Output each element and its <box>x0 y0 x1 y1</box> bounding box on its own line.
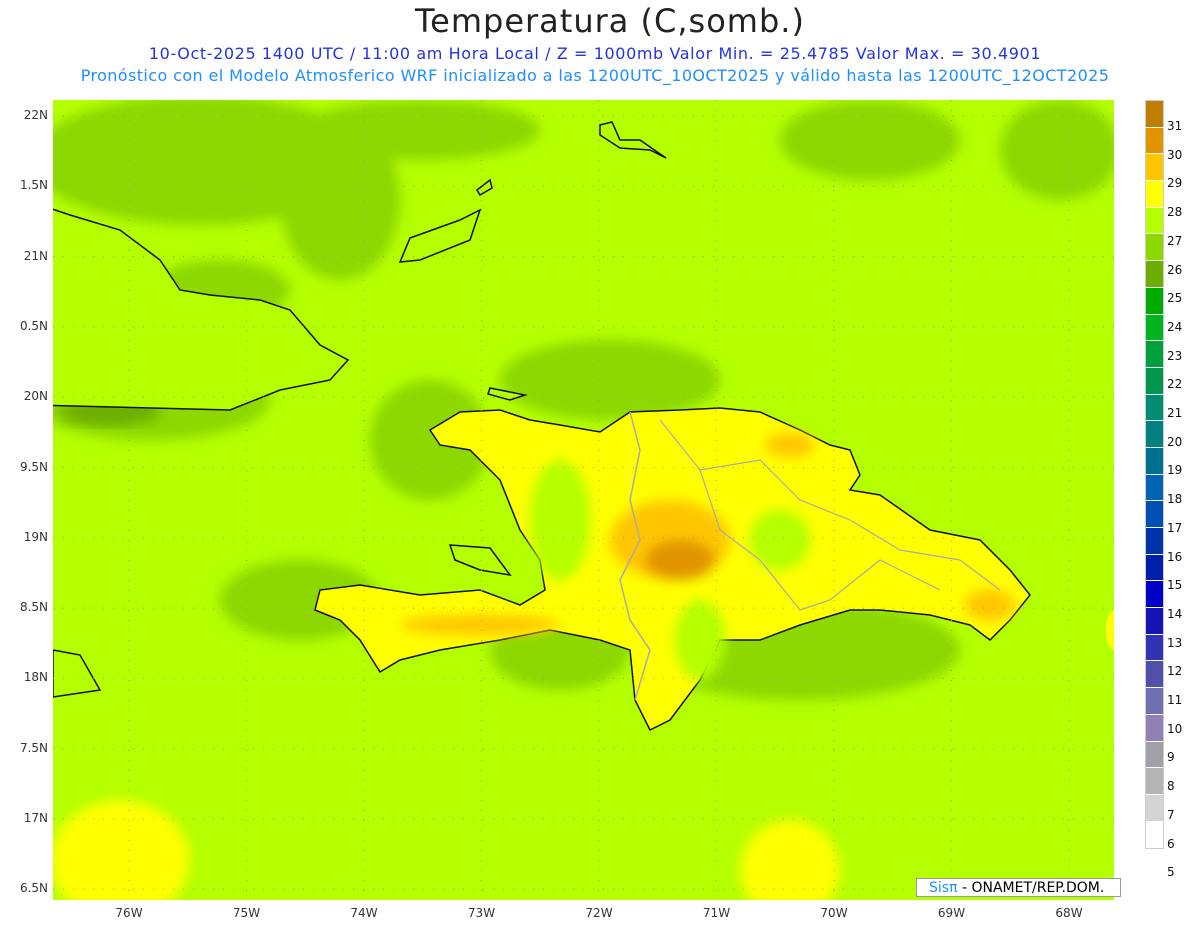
colorbar-label: 23 <box>1167 348 1183 363</box>
credit-text: - ONAMET/REP.DOM. <box>957 880 1105 896</box>
colorbar-swatch <box>1146 794 1163 822</box>
colorbar-label: 11 <box>1167 693 1183 707</box>
model-info-line: Pronóstico con el Modelo Atmosferico WRF… <box>80 66 1110 85</box>
lon-label: 68W <box>1055 906 1083 920</box>
colorbar-label: 5 <box>1167 865 1175 880</box>
lat-label: 20N <box>23 389 48 404</box>
lon-label: 69W <box>937 906 966 920</box>
colorbar-swatch <box>1146 528 1163 555</box>
lat-label: 0.5N <box>19 318 48 333</box>
colorbar-swatch <box>1146 474 1163 502</box>
colorbar-label: 18 <box>1167 492 1183 507</box>
colorbar-label: 17 <box>1167 520 1183 535</box>
colorbar-label: 25 <box>1167 291 1183 306</box>
colorbar-label: 28 <box>1167 205 1183 220</box>
colorbar-swatch <box>1146 608 1163 635</box>
colorbar-swatch <box>1146 661 1163 689</box>
colorbar-label: 9 <box>1167 750 1175 765</box>
lat-label: 22N <box>23 108 48 122</box>
lat-label: 8.5N <box>19 600 48 615</box>
colorbar-label: 31 <box>1167 119 1183 133</box>
colorbar-swatch <box>1146 154 1163 182</box>
colorbar-swatch <box>1146 688 1163 715</box>
colorbar-swatch <box>1146 181 1163 208</box>
lon-label: 75W <box>232 906 261 920</box>
colorbar-swatch <box>1146 101 1163 128</box>
colorbar-swatch <box>1146 341 1163 368</box>
colorbar-swatch <box>1146 261 1163 288</box>
colorbar-swatch <box>1146 394 1163 422</box>
colorbar-label: 8 <box>1167 779 1175 794</box>
colorbar-swatch <box>1146 367 1163 395</box>
lat-label: 9.5N <box>19 459 48 474</box>
colorbar-swatch <box>1146 207 1163 235</box>
colorbar-swatch <box>1146 634 1163 662</box>
colorbar-swatch <box>1146 741 1163 769</box>
colorbar-swatch <box>1146 768 1163 795</box>
credit-logo: Sisπ - ONAMET/REP.DOM. <box>916 878 1121 897</box>
colorbar-swatch <box>1146 821 1163 849</box>
colorbar-label: 30 <box>1167 147 1183 162</box>
colorbar-label: 21 <box>1167 406 1183 420</box>
colorbar-label: 16 <box>1167 549 1183 564</box>
colorbar-swatch <box>1146 581 1163 609</box>
colorbar-label: 6 <box>1167 836 1175 851</box>
valid-time-line: 10-Oct-2025 1400 UTC / 11:00 am Hora Loc… <box>148 44 1042 63</box>
temperature-map <box>53 100 1114 900</box>
colorbar-label: 26 <box>1167 262 1183 277</box>
sispi-logo: Sisπ <box>929 880 958 896</box>
map-title: Temperatura (C,somb.) <box>415 2 805 40</box>
colorbar-swatch <box>1146 234 1163 262</box>
lon-label: 73W <box>467 906 496 920</box>
lon-label: 76W <box>115 906 143 920</box>
colorbar-swatch <box>1146 314 1163 342</box>
lat-label: 19N <box>23 529 48 544</box>
lon-label: 74W <box>350 906 378 920</box>
lat-label: 7.5N <box>19 740 48 755</box>
colorbar-swatch <box>1146 287 1163 315</box>
colorbar-swatch <box>1146 714 1163 742</box>
colorbar-label: 12 <box>1167 664 1183 679</box>
colorbar-swatch <box>1146 501 1163 528</box>
lat-label: 21N <box>23 248 48 263</box>
lon-label: 72W <box>585 906 613 920</box>
colorbar-label: 20 <box>1167 434 1183 449</box>
colorbar-label: 29 <box>1167 176 1183 191</box>
lat-label: 6.5N <box>19 881 48 896</box>
colorbar-label: 14 <box>1167 606 1183 621</box>
colorbar-label: 13 <box>1167 635 1183 650</box>
lat-label: 18N <box>23 670 48 685</box>
lat-label: 17N <box>23 811 48 825</box>
colorbar-label: 22 <box>1167 377 1183 392</box>
lon-label: 70W <box>820 906 848 920</box>
colorbar-label: 7 <box>1167 807 1175 822</box>
colorbar-swatch <box>1146 554 1163 582</box>
colorbar-swatch <box>1146 127 1163 155</box>
lat-label: 1.5N <box>19 178 48 193</box>
colorbar-label: 27 <box>1167 233 1183 248</box>
colorbar-swatch <box>1146 421 1163 448</box>
colorbar-label: 19 <box>1167 463 1183 478</box>
colorbar-label: 24 <box>1167 319 1183 334</box>
colorbar-label: 10 <box>1167 721 1183 736</box>
lon-label: 71W <box>702 906 731 920</box>
colorbar-swatch <box>1146 447 1163 475</box>
colorbar-label: 15 <box>1167 578 1183 593</box>
colorbar <box>1145 100 1164 850</box>
